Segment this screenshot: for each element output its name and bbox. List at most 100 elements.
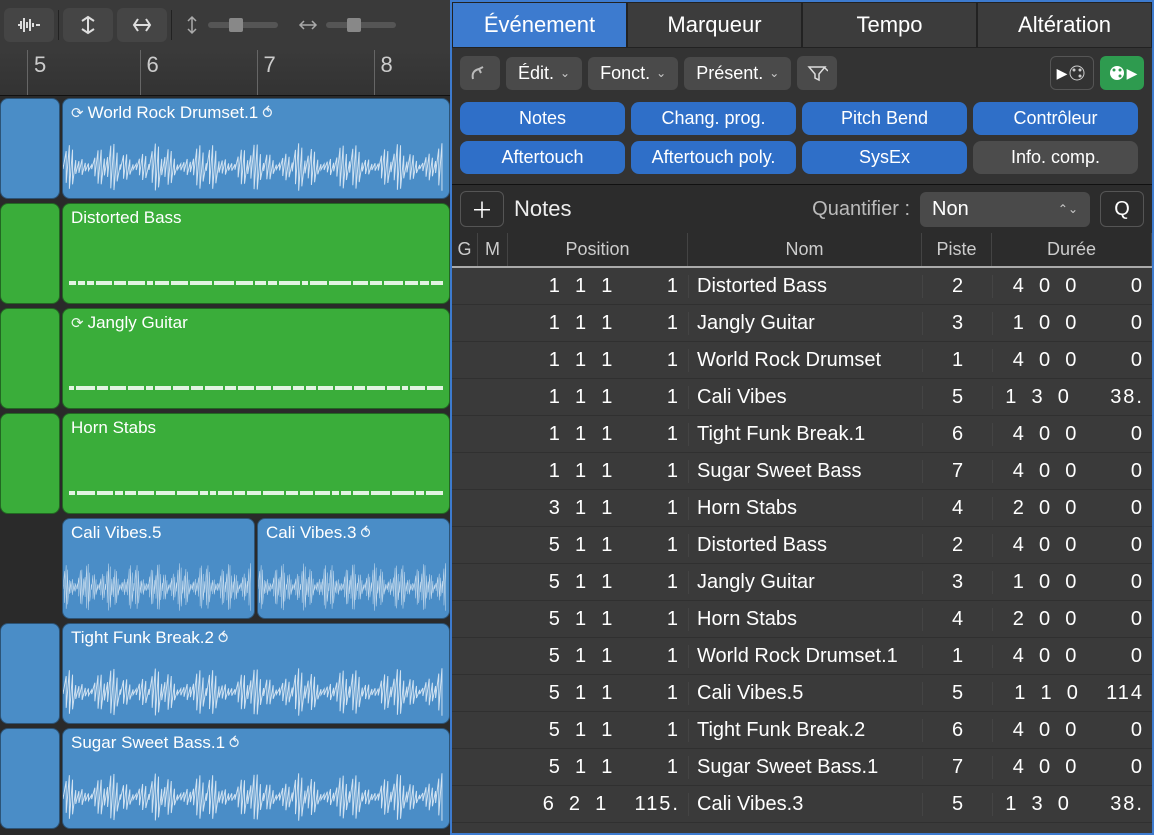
timeline-ruler[interactable]: 5 6 7 8 xyxy=(0,50,450,96)
event-row[interactable]: 3 1 1 1Horn Stabs42 0 0 0 xyxy=(452,490,1152,527)
edit-menu[interactable]: Édit.⌄ xyxy=(506,57,582,90)
cell-track[interactable]: 1 xyxy=(922,645,992,668)
cell-track[interactable]: 4 xyxy=(922,497,992,520)
cell-track[interactable]: 3 xyxy=(922,571,992,594)
cell-name[interactable]: World Rock Drumset xyxy=(688,349,922,372)
col-track[interactable]: Piste xyxy=(922,233,992,266)
cell-duration[interactable]: 4 0 0 0 xyxy=(992,423,1152,446)
cell-position[interactable]: 1 1 1 1 xyxy=(508,386,688,409)
cell-position[interactable]: 5 1 1 1 xyxy=(508,571,688,594)
cell-position[interactable]: 5 1 1 1 xyxy=(508,608,688,631)
track-clip[interactable]: Distorted Bass xyxy=(62,203,450,304)
cell-name[interactable]: Cali Vibes.3 xyxy=(688,793,922,816)
waveform-tool-icon[interactable] xyxy=(4,8,54,42)
cell-position[interactable]: 1 1 1 1 xyxy=(508,423,688,446)
event-row[interactable]: 5 1 1 1Sugar Sweet Bass.174 0 0 0 xyxy=(452,749,1152,786)
filter-pill[interactable]: Aftertouch xyxy=(460,141,625,174)
track-clip[interactable]: ⟳World Rock Drumset.1⥀ xyxy=(62,98,450,199)
tab-altération[interactable]: Altération xyxy=(977,2,1152,48)
clip-stub[interactable] xyxy=(0,308,60,409)
cell-name[interactable]: Jangly Guitar xyxy=(688,571,922,594)
event-row[interactable]: 5 1 1 1Distorted Bass24 0 0 0 xyxy=(452,527,1152,564)
clip-stub[interactable] xyxy=(0,413,60,514)
cell-position[interactable]: 1 1 1 1 xyxy=(508,460,688,483)
track-clip[interactable]: Horn Stabs xyxy=(62,413,450,514)
cell-track[interactable]: 7 xyxy=(922,756,992,779)
palette-on-icon[interactable]: ▶ xyxy=(1100,56,1144,90)
cell-track[interactable]: 6 xyxy=(922,719,992,742)
cell-position[interactable]: 1 1 1 1 xyxy=(508,349,688,372)
cell-name[interactable]: Jangly Guitar xyxy=(688,312,922,335)
cell-position[interactable]: 3 1 1 1 xyxy=(508,497,688,520)
filter-pill[interactable]: Chang. prog. xyxy=(631,102,796,135)
event-row[interactable]: 6 2 1 115.Cali Vibes.351 3 0 38. xyxy=(452,786,1152,823)
cell-track[interactable]: 2 xyxy=(922,275,992,298)
event-row[interactable]: 1 1 1 1Jangly Guitar31 0 0 0 xyxy=(452,305,1152,342)
cell-duration[interactable]: 1 0 0 0 xyxy=(992,571,1152,594)
cell-duration[interactable]: 4 0 0 0 xyxy=(992,645,1152,668)
event-row[interactable]: 1 1 1 1Tight Funk Break.164 0 0 0 xyxy=(452,416,1152,453)
cell-position[interactable]: 5 1 1 1 xyxy=(508,682,688,705)
col-position[interactable]: Position xyxy=(508,233,688,266)
cell-position[interactable]: 5 1 1 1 xyxy=(508,756,688,779)
track-clip[interactable]: ⟳Jangly Guitar xyxy=(62,308,450,409)
cell-name[interactable]: Horn Stabs xyxy=(688,608,922,631)
track-clip[interactable]: Cali Vibes.5 xyxy=(62,518,255,619)
quantize-button[interactable]: Q xyxy=(1100,191,1144,227)
cell-position[interactable]: 5 1 1 1 xyxy=(508,645,688,668)
cell-duration[interactable]: 4 0 0 0 xyxy=(992,349,1152,372)
cell-duration[interactable]: 4 0 0 0 xyxy=(992,756,1152,779)
cell-name[interactable]: Tight Funk Break.2 xyxy=(688,719,922,742)
col-name[interactable]: Nom xyxy=(688,233,922,266)
tab-tempo[interactable]: Tempo xyxy=(802,2,977,48)
clip-stub[interactable] xyxy=(0,728,60,829)
cell-track[interactable]: 2 xyxy=(922,534,992,557)
cell-name[interactable]: Distorted Bass xyxy=(688,534,922,557)
cell-duration[interactable]: 1 3 0 38. xyxy=(992,386,1152,409)
link-icon[interactable] xyxy=(460,56,500,90)
cell-name[interactable]: Distorted Bass xyxy=(688,275,922,298)
palette-off-icon[interactable]: ▶ xyxy=(1050,56,1094,90)
cell-name[interactable]: Cali Vibes xyxy=(688,386,922,409)
event-row[interactable]: 5 1 1 1World Rock Drumset.114 0 0 0 xyxy=(452,638,1152,675)
cell-name[interactable]: Tight Funk Break.1 xyxy=(688,423,922,446)
cell-duration[interactable]: 1 0 0 0 xyxy=(992,312,1152,335)
track-clip[interactable]: Cali Vibes.3⥀ xyxy=(257,518,450,619)
track-clip[interactable]: Sugar Sweet Bass.1⥀ xyxy=(62,728,450,829)
add-event-button[interactable]: ＋ xyxy=(460,191,504,227)
cell-position[interactable]: 6 2 1 115. xyxy=(508,793,688,816)
cell-track[interactable]: 6 xyxy=(922,423,992,446)
event-row[interactable]: 1 1 1 1Cali Vibes51 3 0 38. xyxy=(452,379,1152,416)
cell-track[interactable]: 5 xyxy=(922,793,992,816)
quantize-select[interactable]: Non⌃⌄ xyxy=(920,192,1090,227)
filter-pill[interactable]: Contrôleur xyxy=(973,102,1138,135)
cell-track[interactable]: 1 xyxy=(922,349,992,372)
horizontal-zoom-icon[interactable] xyxy=(117,8,167,42)
filter-pill[interactable]: Notes xyxy=(460,102,625,135)
cell-duration[interactable]: 4 0 0 0 xyxy=(992,275,1152,298)
event-row[interactable]: 1 1 1 1Sugar Sweet Bass74 0 0 0 xyxy=(452,453,1152,490)
horizontal-zoom-slider[interactable] xyxy=(290,17,404,33)
cell-track[interactable]: 5 xyxy=(922,682,992,705)
view-menu[interactable]: Présent.⌄ xyxy=(684,57,791,90)
cell-duration[interactable]: 1 3 0 38. xyxy=(992,793,1152,816)
cell-duration[interactable]: 4 0 0 0 xyxy=(992,460,1152,483)
cell-track[interactable]: 4 xyxy=(922,608,992,631)
cell-duration[interactable]: 1 1 0 114 xyxy=(992,682,1152,705)
cell-name[interactable]: World Rock Drumset.1 xyxy=(688,645,922,668)
filter-pill[interactable]: Info. comp. xyxy=(973,141,1138,174)
track-clip[interactable]: Tight Funk Break.2⥀ xyxy=(62,623,450,724)
tab-événement[interactable]: Événement xyxy=(452,2,627,48)
cell-position[interactable]: 1 1 1 1 xyxy=(508,275,688,298)
cell-name[interactable]: Cali Vibes.5 xyxy=(688,682,922,705)
cell-position[interactable]: 1 1 1 1 xyxy=(508,312,688,335)
cell-duration[interactable]: 4 0 0 0 xyxy=(992,719,1152,742)
clip-stub[interactable] xyxy=(0,203,60,304)
vertical-zoom-icon[interactable] xyxy=(63,8,113,42)
cell-name[interactable]: Horn Stabs xyxy=(688,497,922,520)
filter-icon[interactable] xyxy=(797,56,837,90)
event-row[interactable]: 5 1 1 1Tight Funk Break.264 0 0 0 xyxy=(452,712,1152,749)
cell-position[interactable]: 5 1 1 1 xyxy=(508,719,688,742)
tab-marqueur[interactable]: Marqueur xyxy=(627,2,802,48)
filter-pill[interactable]: Aftertouch poly. xyxy=(631,141,796,174)
